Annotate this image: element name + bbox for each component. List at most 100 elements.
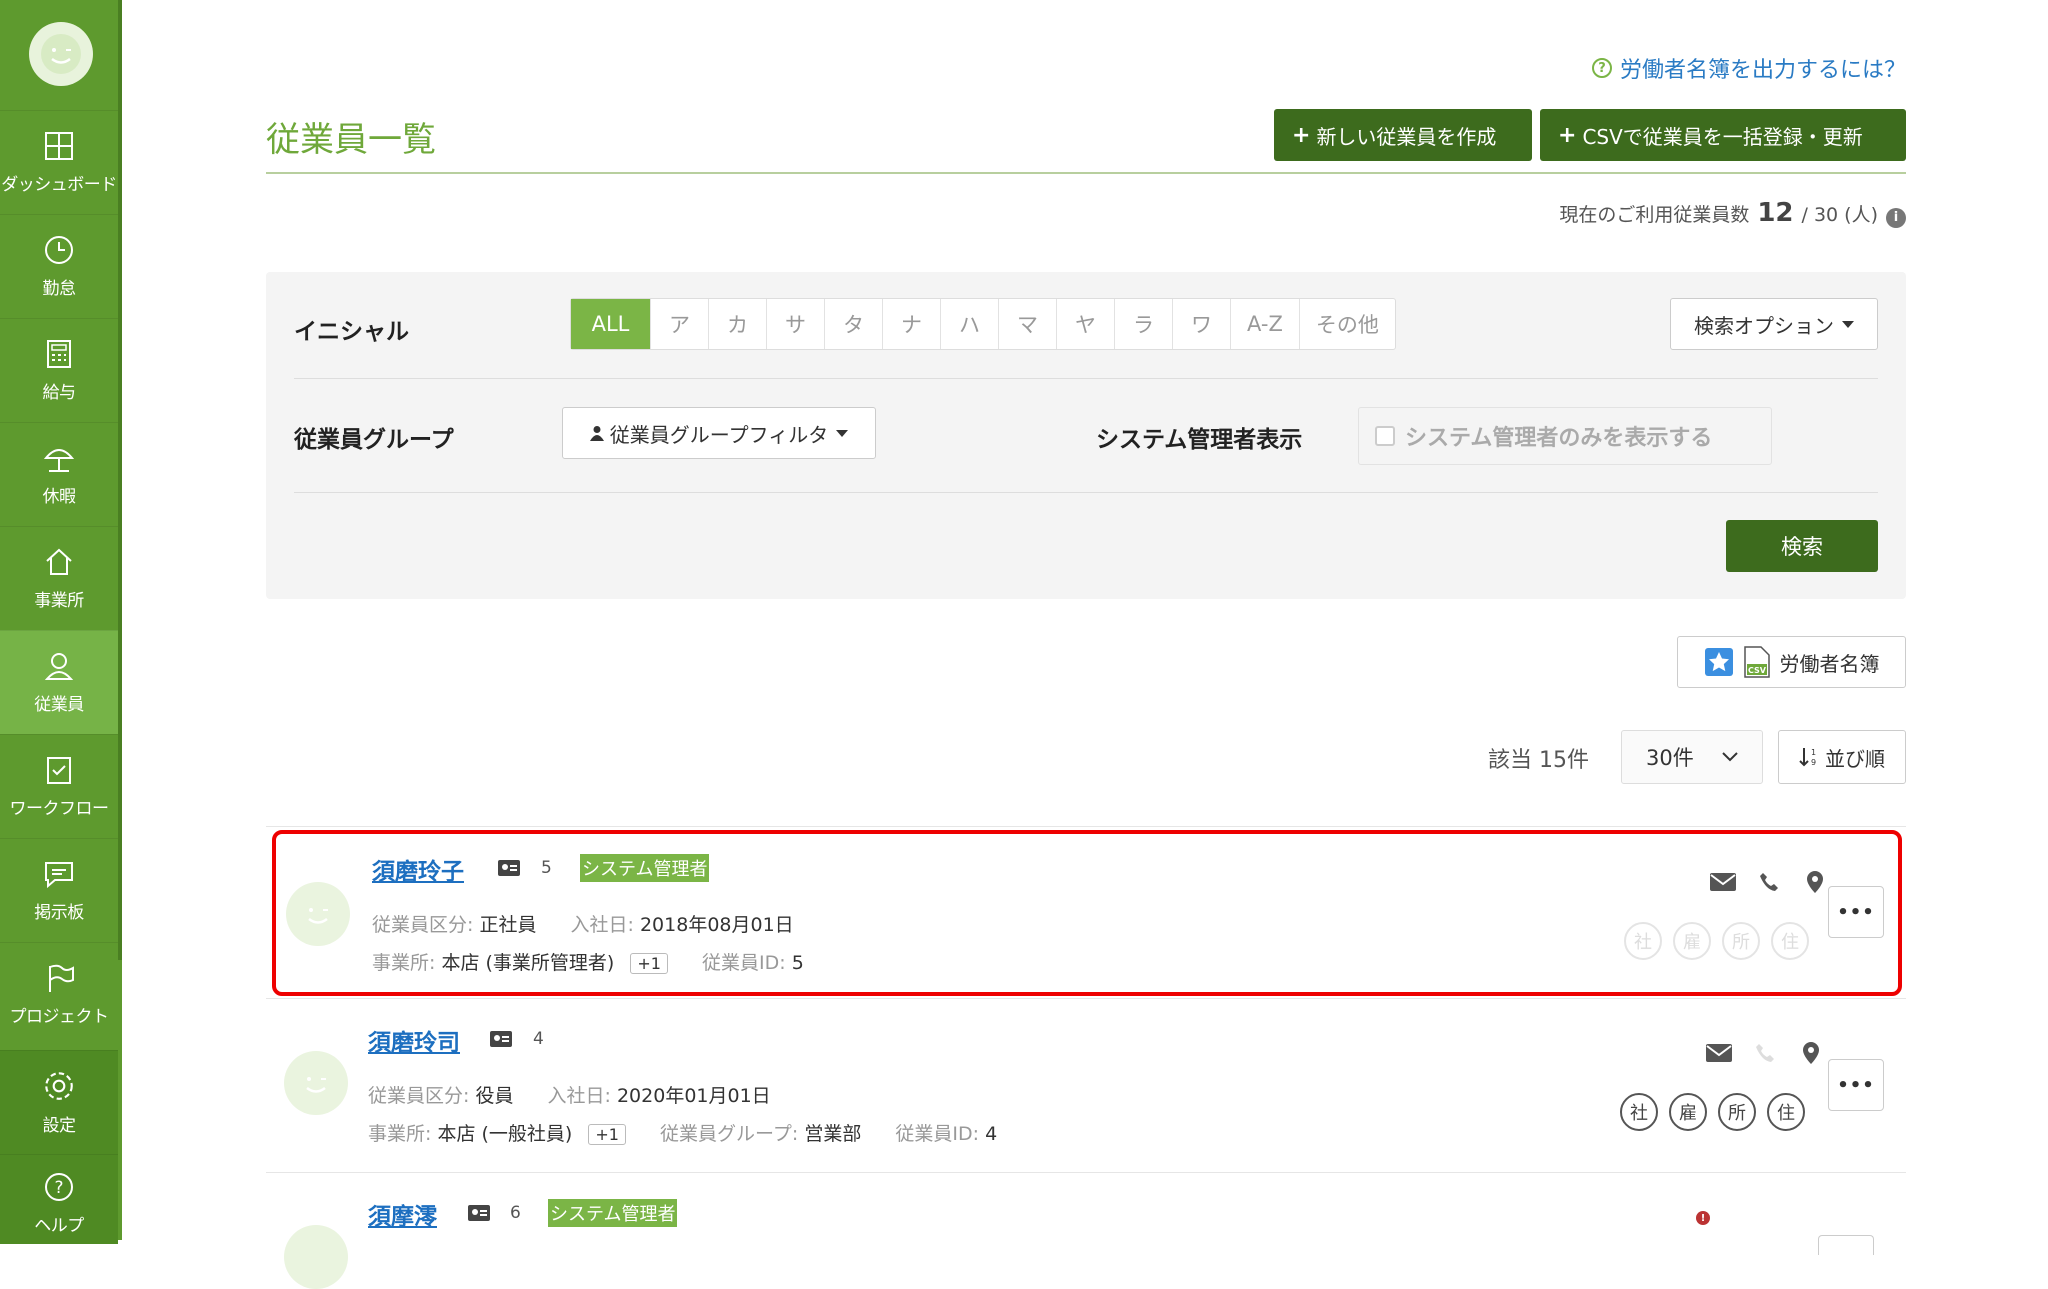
avatar[interactable] — [284, 1225, 348, 1289]
employee-type: 役員 — [475, 1085, 514, 1107]
worker-roster-button[interactable]: CSV 労働者名簿 — [1677, 636, 1906, 688]
phone-icon[interactable] — [1755, 870, 1783, 894]
sidebar-item-dashboard[interactable]: ダッシュボード — [0, 110, 118, 214]
group-value: 営業部 — [804, 1123, 862, 1145]
initial-ya[interactable]: ヤ — [1057, 299, 1115, 349]
employee-row[interactable]: 須磨玲子 5 システム管理者 従業員区分: 正社員 入社日: 2018年08月0… — [272, 830, 1902, 996]
more-actions-button[interactable]: ••• — [1828, 1059, 1884, 1111]
sidebar-item-office[interactable]: 事業所 — [0, 526, 118, 630]
initial-sa[interactable]: サ — [767, 299, 825, 349]
sidebar-item-workflow[interactable]: ワークフロー — [0, 734, 118, 838]
more-actions-button[interactable] — [1818, 1235, 1874, 1255]
sidebar-item-label: ダッシュボード — [1, 175, 117, 195]
mail-icon[interactable] — [1709, 870, 1737, 894]
initial-filter: ALL ア カ サ タ ナ ハ マ ヤ ラ ワ A-Z その他 — [570, 298, 1396, 350]
per-page-select[interactable]: 30件 — [1621, 730, 1763, 784]
initial-ka[interactable]: カ — [709, 299, 767, 349]
avatar[interactable] — [284, 1051, 348, 1115]
office-extra-count[interactable]: +1 — [588, 1124, 626, 1145]
office-extra-count[interactable]: +1 — [630, 953, 668, 974]
employee-name-link[interactable]: 須摩澪 — [368, 1197, 437, 1231]
avatar[interactable] — [286, 882, 350, 946]
star-bookmark-icon — [1704, 648, 1733, 676]
home-icon — [46, 548, 72, 575]
sidebar-item-payroll[interactable]: 給与 — [0, 318, 118, 422]
roster-help-link[interactable]: ? 労働者名簿を出力するには？ — [1591, 52, 1906, 84]
sidebar-item-attendance[interactable]: 勤怠 — [0, 214, 118, 318]
initial-ta[interactable]: タ — [825, 299, 883, 349]
sidebar-item-label: ヘルプ — [34, 1216, 84, 1236]
divider — [294, 378, 1878, 379]
badge-income-tax[interactable]: 所 — [1718, 1093, 1756, 1131]
admin-only-label: システム管理者のみを表示する — [1405, 426, 1713, 451]
alert-icon: ! — [1696, 1211, 1710, 1225]
info-icon[interactable]: i — [1886, 207, 1906, 228]
employee-row[interactable]: 須摩澪 6 システム管理者 ! — [266, 1172, 1906, 1289]
initial-ha[interactable]: ハ — [941, 299, 999, 349]
sort-button[interactable]: 19 並び順 — [1778, 730, 1906, 784]
sidebar-item-board[interactable]: 掲示板 — [0, 838, 118, 942]
usage-count: 現在のご利用従業員数 12 / 30 (人) i — [1559, 198, 1906, 228]
initial-other[interactable]: その他 — [1300, 299, 1395, 349]
logo-smiley-icon[interactable] — [29, 22, 93, 86]
sort-label: 並び順 — [1825, 746, 1885, 771]
id-card-icon — [468, 1205, 490, 1221]
search-options-dropdown[interactable]: 検索オプション — [1670, 298, 1878, 350]
sidebar-item-label: 従業員 — [34, 695, 84, 715]
group-filter-dropdown[interactable]: 従業員グループフィルタ — [562, 407, 876, 459]
sidebar-item-settings[interactable]: 設定 — [0, 1050, 118, 1154]
badge-social-insurance[interactable]: 社 — [1620, 1093, 1658, 1131]
employee-id: 5 — [791, 952, 804, 974]
initial-label: イニシャル — [294, 319, 409, 345]
worker-roster-label: 労働者名簿 — [1779, 651, 1880, 676]
initial-na[interactable]: ナ — [883, 299, 941, 349]
more-actions-button[interactable]: ••• — [1828, 886, 1884, 938]
initial-az[interactable]: A-Z — [1231, 299, 1300, 349]
insurance-badges: 社 雇 所 住 — [1620, 1093, 1816, 1131]
system-admin-tag: システム管理者 — [580, 854, 710, 882]
initial-ma[interactable]: マ — [999, 299, 1057, 349]
sidebar-item-project[interactable]: プロジェクト — [0, 942, 118, 1046]
smiley-icon — [308, 908, 328, 924]
employee-row[interactable]: 須磨玲司 4 従業員区分: 役員 入社日: 2020年01月01日 事業所: 本… — [266, 998, 1906, 1170]
filter-panel: イニシャル ALL ア カ サ タ ナ ハ マ ヤ ラ ワ A-Z その他 検索… — [266, 272, 1906, 599]
map-pin-icon[interactable] — [1797, 1041, 1825, 1065]
employee-type: 正社員 — [479, 914, 537, 936]
csv-bulk-register-button[interactable]: + CSVで従業員を一括登録・更新 — [1540, 109, 1906, 161]
sidebar-item-label: 勤怠 — [42, 279, 77, 299]
csv-bulk-register-label: CSVで従業員を一括登録・更新 — [1582, 124, 1863, 149]
initial-wa[interactable]: ワ — [1173, 299, 1231, 349]
svg-text:?: ? — [54, 1178, 63, 1198]
gear-icon — [45, 1072, 73, 1100]
initial-all[interactable]: ALL — [571, 299, 651, 349]
initial-a[interactable]: ア — [651, 299, 709, 349]
group-label: 従業員グループ: — [660, 1123, 799, 1145]
flag-icon — [49, 964, 74, 992]
join-date-label: 入社日: — [547, 1085, 611, 1107]
sidebar-item-employees[interactable]: 従業員 — [0, 630, 118, 734]
id-card-icon — [498, 860, 520, 876]
sidebar-item-leave[interactable]: 休暇 — [0, 422, 118, 526]
employee-name-link[interactable]: 須磨玲司 — [368, 1023, 460, 1057]
initial-ra[interactable]: ラ — [1115, 299, 1173, 349]
sidebar-item-help[interactable]: ? ヘルプ — [0, 1154, 118, 1244]
mail-icon[interactable] — [1705, 1041, 1733, 1065]
search-button[interactable]: 検索 — [1726, 520, 1878, 572]
admin-only-checkbox[interactable]: システム管理者のみを表示する — [1358, 407, 1772, 465]
badge-employment-insurance[interactable]: 雇 — [1669, 1093, 1707, 1131]
sidebar-scrollbar[interactable] — [118, 0, 122, 960]
office-value: 本店 (事業所管理者) — [441, 952, 615, 974]
group-label: 従業員グループ — [294, 427, 454, 453]
contact-icons — [1700, 870, 1838, 894]
map-pin-icon[interactable] — [1801, 870, 1829, 894]
badge-resident-tax[interactable]: 住 — [1767, 1093, 1805, 1131]
employee-name-link[interactable]: 須磨玲子 — [372, 852, 464, 886]
user-icon — [589, 426, 604, 441]
sidebar-item-label: 休暇 — [42, 487, 77, 507]
badge-social-insurance: 社 — [1624, 922, 1662, 960]
phone-icon — [1751, 1041, 1779, 1065]
title-divider — [266, 172, 1906, 174]
badge-income-tax: 所 — [1722, 922, 1760, 960]
new-employee-button[interactable]: + 新しい従業員を作成 — [1274, 109, 1532, 161]
employee-meta-line2: 事業所: 本店 (事業所管理者) +1 従業員ID: 5 — [372, 948, 832, 975]
